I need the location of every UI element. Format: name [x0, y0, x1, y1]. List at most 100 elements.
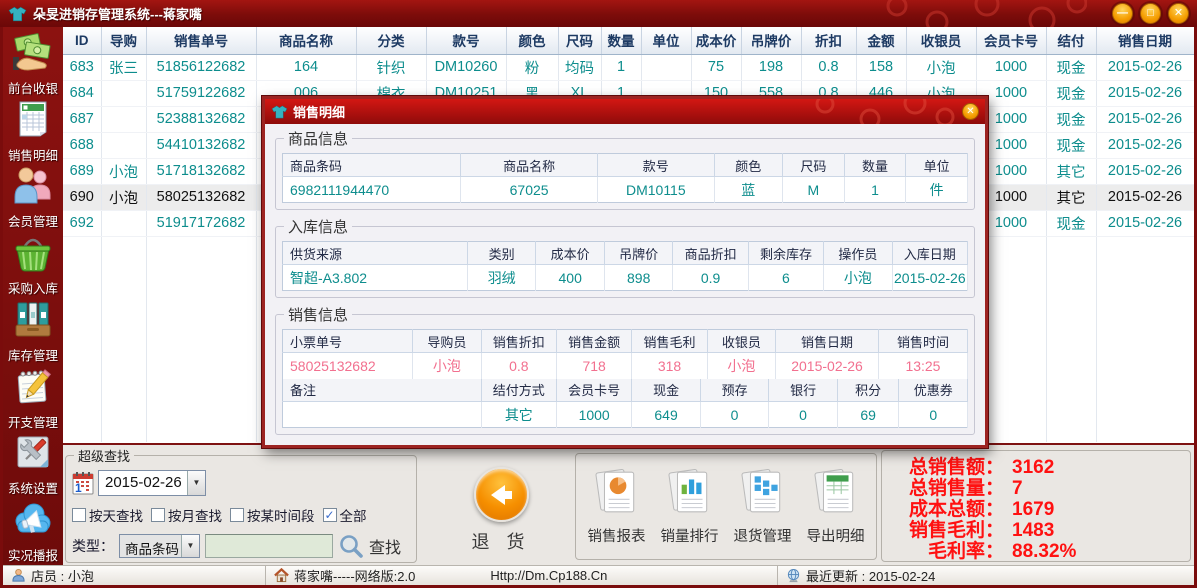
inventory-icon [13, 299, 53, 344]
stock-info-section: 入库信息 供货来源 类别 成本价 吊牌价 商品折扣 剩余库存 操作员 入库日期 智超-A3.80… [275, 216, 975, 298]
stat-label: 总销售额： [908, 457, 1004, 478]
detail-value: 69 [837, 401, 900, 428]
sidebar-item-2[interactable]: 销售明细 [3, 98, 63, 165]
detail-value: 0 [768, 401, 838, 428]
search-input[interactable] [205, 534, 333, 558]
url-text: Http://Dm.Cp188.Cn [490, 568, 608, 583]
table-cell: 2015-02-26 [1096, 158, 1194, 185]
members-icon [13, 165, 53, 210]
table-cell: 687 [63, 106, 102, 133]
close-button[interactable]: ✕ [1168, 3, 1189, 24]
column-header[interactable]: 单位 [641, 27, 692, 55]
search-magnifier-icon[interactable] [338, 533, 364, 559]
report-pie-icon [593, 468, 641, 521]
detail-value: 2015-02-26 [775, 352, 879, 379]
detail-header: 导购员 [412, 329, 482, 353]
column-header[interactable]: 金额 [856, 27, 907, 55]
sidebar-item-1[interactable]: 前台收银 [3, 31, 63, 98]
detail-header: 单位 [905, 153, 968, 177]
table-cell: 小泡 [101, 158, 147, 185]
find-label[interactable]: 查找 [369, 534, 401, 558]
minimize-button[interactable]: — [1112, 3, 1133, 24]
column-header[interactable]: 导购 [101, 27, 147, 55]
detail-header: 备注 [282, 378, 482, 402]
maximize-button[interactable]: □ [1140, 3, 1161, 24]
sidebar-item-8[interactable]: 实况播报 [3, 498, 63, 565]
detail-value: 898 [604, 264, 674, 291]
detail-header: 成本价 [535, 241, 605, 265]
super-search-panel: 超级查找 1 2015-02-26 ▼ 按天查找 按月查找 按某时间段 ✓全部 [65, 446, 417, 563]
detail-value: 67025 [460, 176, 599, 203]
report-button-2[interactable]: 销量排行 [661, 468, 719, 546]
detail-header: 现金 [631, 378, 701, 402]
column-header[interactable]: 尺码 [558, 27, 602, 55]
column-header[interactable]: 收银员 [906, 27, 977, 55]
column-header[interactable]: 会员卡号 [976, 27, 1047, 55]
table-cell: 2015-02-26 [1096, 210, 1194, 237]
table-cell: 1 [601, 54, 642, 81]
detail-header: 优惠券 [898, 378, 968, 402]
column-header[interactable]: 吊牌价 [741, 27, 802, 55]
date-dropdown-arrow-icon[interactable]: ▼ [187, 471, 205, 495]
column-header[interactable]: 分类 [356, 27, 427, 55]
report-button-1[interactable]: 销售报表 [588, 468, 646, 546]
dialog-close-icon[interactable]: ✕ [962, 103, 979, 120]
type-dropdown-arrow-icon[interactable]: ▼ [181, 535, 199, 557]
column-header[interactable]: 折扣 [801, 27, 857, 55]
checkbox-3[interactable]: 按某时间段 [230, 505, 315, 525]
column-header[interactable]: ID [63, 27, 102, 55]
sidebar-item-7[interactable]: 系统设置 [3, 432, 63, 499]
date-picker[interactable]: 2015-02-26 ▼ [98, 470, 206, 496]
column-header[interactable]: 销售日期 [1096, 27, 1194, 55]
stat-label: 总销售量： [908, 478, 1004, 499]
sidebar-item-label: 会员管理 [7, 215, 58, 230]
sidebar-item-6[interactable]: 开支管理 [3, 365, 63, 432]
detail-value: 0.9 [672, 264, 749, 291]
table-cell: 张三 [101, 54, 147, 81]
detail-header: 商品条码 [282, 153, 462, 177]
detail-value: 小泡 [823, 264, 893, 291]
detail-value-row: 智超-A3.802 羽绒 400 898 0.9 6 小泡 2015-02-26 [282, 264, 969, 291]
return-goods-button[interactable] [473, 467, 529, 522]
table-cell: 针织 [356, 54, 427, 81]
checkbox-4[interactable]: ✓ 全部 [322, 505, 367, 525]
table-cell [101, 80, 147, 107]
table-header-row: ID 导购 销售单号 商品名称 分类 款号 颜色 尺码 数量 单位 成本价 吊牌价 折扣 金额 收银员 会员卡… [63, 27, 1194, 55]
column-header[interactable]: 销售单号 [146, 27, 257, 55]
checkbox-box-icon[interactable]: ✓ [322, 508, 337, 522]
report-label: 销量排行 [660, 528, 719, 545]
column-header[interactable]: 成本价 [691, 27, 742, 55]
report-button-3[interactable]: 退货管理 [734, 468, 792, 546]
statusbar-clerk-segment: 店员 : 小泡 [3, 566, 266, 585]
checkbox-box-icon[interactable] [72, 508, 86, 522]
table-cell: 现金 [1046, 54, 1097, 81]
sidebar-item-4[interactable]: 采购入库 [3, 231, 63, 298]
stat-label: 销售毛利： [908, 520, 1004, 541]
sales-info-section: 销售信息 小票单号 导购员 销售折扣 销售金额 销售毛利 收银员 销售日期 销售时间 58025… [275, 304, 975, 435]
checkbox-box-icon[interactable] [230, 508, 244, 522]
column-header[interactable]: 数量 [601, 27, 642, 55]
sidebar-item-3[interactable]: 会员管理 [3, 165, 63, 232]
checkbox-2[interactable]: 按月查找 [151, 505, 222, 525]
checkbox-1[interactable]: 按天查找 [72, 505, 143, 525]
report-button-4[interactable]: 导出明细 [807, 468, 865, 546]
return-goods-label[interactable]: 退 货 [451, 528, 551, 554]
table-cell: 小泡 [101, 184, 147, 211]
table-cell [101, 132, 147, 159]
column-header[interactable]: 颜色 [506, 27, 559, 55]
report-label: 导出明细 [806, 528, 865, 545]
detail-header-row: 供货来源 类别 成本价 吊牌价 商品折扣 剩余库存 操作员 入库日期 [282, 241, 969, 265]
sidebar-item-5[interactable]: 库存管理 [3, 298, 63, 365]
table-cell: 2015-02-26 [1096, 54, 1194, 81]
table-cell: 粉 [506, 54, 559, 81]
column-header[interactable]: 商品名称 [256, 27, 357, 55]
updated-text: 最近更新 : 2015-02-24 [806, 569, 936, 584]
table-cell: 1000 [976, 54, 1047, 81]
column-header[interactable]: 款号 [426, 27, 507, 55]
report-label: 退货管理 [733, 528, 792, 545]
checkbox-box-icon[interactable] [151, 508, 165, 522]
type-select[interactable]: 商品条码 ▼ [119, 534, 200, 558]
detail-value: 1 [844, 176, 907, 203]
column-header[interactable]: 结付 [1046, 27, 1097, 55]
table-row[interactable]: 683 张三 51856122682 164 针织 DM10260 粉均码 1 75 198 0.8… [63, 54, 1194, 81]
